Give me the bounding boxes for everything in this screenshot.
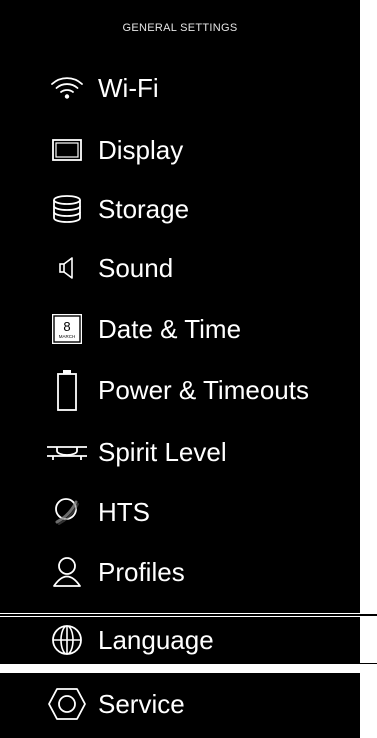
speaker-icon [42,242,92,294]
menu-item-label: Sound [98,253,174,283]
menu-item-spirit-level[interactable]: Spirit Level [0,426,360,478]
profile-icon [42,546,92,598]
menu-item-date-time[interactable]: 8 MARCH Date & Time [0,303,360,355]
menu-item-label: Service [98,689,185,719]
menu-item-power-timeouts[interactable]: Power & Timeouts [0,364,360,416]
spirit-level-icon [42,426,92,478]
menu-item-profiles[interactable]: Profiles [0,546,360,598]
page-title: GENERAL SETTINGS [122,22,238,34]
menu-item-storage[interactable]: Storage [0,183,360,235]
battery-icon [42,364,92,416]
separator-band [0,663,377,673]
menu-item-label: HTS [98,497,150,527]
divider [0,663,377,664]
menu-item-label: Display [98,135,184,165]
storage-icon [42,183,92,235]
wifi-icon [42,62,92,114]
menu-item-service[interactable]: Service [0,678,360,730]
calendar-month: MARCH [59,334,76,339]
menu-item-label: Wi-Fi [98,73,159,103]
menu-item-display[interactable]: Display [0,124,360,176]
display-icon [42,124,92,176]
globe-icon [42,614,92,666]
menu-item-language[interactable]: Language [0,614,377,666]
menu-item-wifi[interactable]: Wi-Fi [0,62,360,114]
menu-item-label: Date & Time [98,314,242,344]
hts-icon [42,486,92,538]
hexagon-icon [42,678,92,730]
calendar-day: 8 [63,319,70,334]
menu-item-hts[interactable]: HTS [0,486,360,538]
calendar-icon: 8 MARCH [42,303,92,355]
menu-item-sound[interactable]: Sound [0,242,360,294]
menu-item-label: Power & Timeouts [98,375,309,405]
menu-item-label: Profiles [98,557,185,587]
menu-item-label: Spirit Level [98,437,227,467]
menu-item-label: Language [98,625,214,655]
menu-item-label: Storage [98,194,190,224]
